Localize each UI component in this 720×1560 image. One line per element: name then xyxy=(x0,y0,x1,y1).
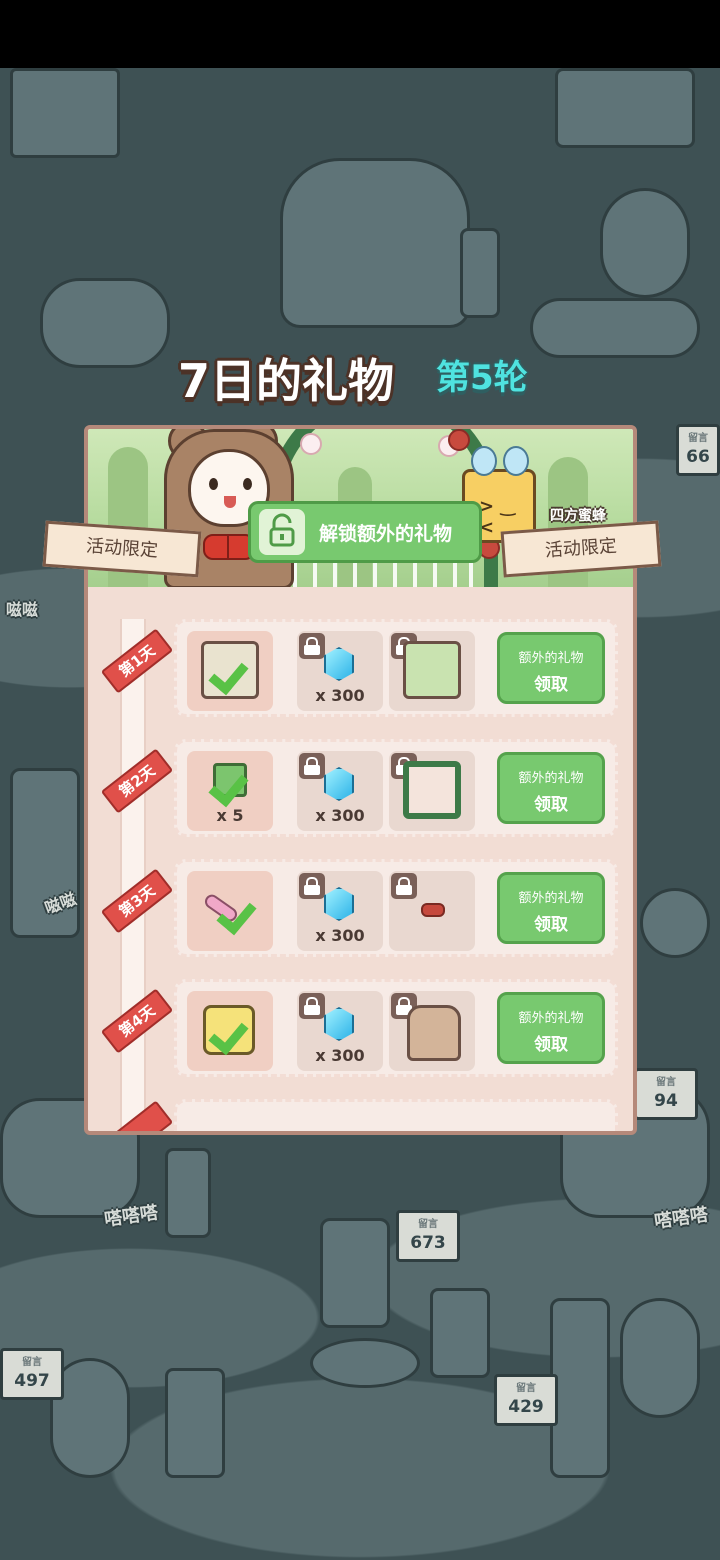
gem-icon xyxy=(324,647,354,681)
bear-mouth xyxy=(224,496,236,508)
round-label: 第5轮 xyxy=(436,358,528,398)
gem-reward-slot: x 300 xyxy=(297,631,383,711)
page-title: 7日的礼物 xyxy=(178,354,395,408)
lock-icon xyxy=(391,873,417,899)
bg-lantern-2 xyxy=(165,1148,211,1238)
claim-extra-gift-button[interactable]: 额外的礼物 领取 xyxy=(497,752,605,824)
claim-button-caption: 额外的礼物 xyxy=(518,651,584,666)
gem-icon xyxy=(324,767,354,801)
gem-quantity: x 300 xyxy=(315,686,365,705)
gem-reward-slot: x 300 xyxy=(297,991,383,1071)
gem-quantity: x 300 xyxy=(315,926,365,945)
bg-sign-497: 497 xyxy=(0,1348,64,1400)
base-reward-slot: x 5 xyxy=(187,751,273,831)
bg-panda xyxy=(620,1298,700,1418)
extra-reward-slot xyxy=(389,631,475,711)
extra-reward-slot xyxy=(389,991,475,1071)
bg-well xyxy=(310,1338,420,1388)
bg-sign-429: 429 xyxy=(494,1374,558,1426)
check-icon xyxy=(209,763,251,805)
check-icon xyxy=(217,891,259,933)
gem-icon xyxy=(324,887,354,921)
lock-icon xyxy=(299,753,325,779)
day-row xyxy=(174,1099,618,1131)
red-bow-icon xyxy=(421,903,445,917)
claim-button-label: 领取 xyxy=(534,1035,568,1055)
check-icon xyxy=(209,651,251,693)
bg-telescope xyxy=(530,298,700,358)
claim-extra-gift-button[interactable]: 额外的礼物 领取 xyxy=(497,992,605,1064)
bg-cactus xyxy=(320,1218,390,1328)
unlock-icon xyxy=(259,509,305,555)
gem-reward-slot: x 300 xyxy=(297,871,383,951)
bg-lantern-4 xyxy=(165,1368,225,1478)
claim-extra-gift-button[interactable]: 额外的礼物 领取 xyxy=(497,632,605,704)
claim-button-caption: 额外的礼物 xyxy=(518,891,584,906)
status-bar-area xyxy=(0,0,720,68)
day-reward-list[interactable]: x 300 额外的礼物 领取 x 5 x 300 额外的礼物 领取 x 300 … xyxy=(88,589,633,1131)
rose-decoration xyxy=(448,429,470,451)
bg-machine xyxy=(555,68,695,148)
bg-character-1 xyxy=(600,188,690,298)
forest-background-icon xyxy=(403,641,461,699)
gem-reward-slot: x 300 xyxy=(297,751,383,831)
base-reward-slot xyxy=(187,631,273,711)
claim-button-label: 领取 xyxy=(534,675,568,695)
day-row: x 5 x 300 额外的礼物 领取 xyxy=(174,739,618,837)
day-row: x 300 额外的礼物 领取 xyxy=(174,979,618,1077)
extra-reward-slot xyxy=(389,751,475,831)
lock-icon xyxy=(299,873,325,899)
timeline-rail xyxy=(120,619,146,1131)
bread-bag-icon xyxy=(407,1005,461,1061)
bg-sound-text: 嗞嗞 xyxy=(6,600,39,619)
bg-shop-stand xyxy=(10,68,120,158)
gem-quantity: x 300 xyxy=(315,806,365,825)
extra-reward-slot xyxy=(389,871,475,951)
claim-extra-gift-button[interactable]: 额外的礼物 领取 xyxy=(497,872,605,944)
base-quantity: x 5 xyxy=(216,806,244,825)
bg-lantern-1 xyxy=(460,228,500,318)
bee-name-label: 四方蜜蜂 xyxy=(550,508,606,524)
bear-eye xyxy=(209,478,218,490)
lock-icon xyxy=(299,993,325,1019)
claim-button-caption: 额外的礼物 xyxy=(518,1011,584,1026)
day-row: x 300 额外的礼物 领取 xyxy=(174,859,618,957)
bg-cat-house xyxy=(280,158,470,328)
gem-icon xyxy=(324,1007,354,1041)
gem-quantity: x 300 xyxy=(315,1046,365,1065)
bee-wing xyxy=(503,446,529,476)
rose-decoration xyxy=(300,433,322,455)
bg-sign-673: 673 xyxy=(396,1210,460,1262)
bg-hammock xyxy=(40,278,170,368)
base-reward-slot xyxy=(187,871,273,951)
unlock-extra-gifts-button[interactable]: 解锁额外的礼物 xyxy=(248,501,482,563)
unlock-button-label: 解锁额外的礼物 xyxy=(319,522,453,545)
bg-sign-66: 66 xyxy=(676,424,720,476)
check-icon xyxy=(209,1011,251,1053)
claim-button-caption: 额外的礼物 xyxy=(518,771,584,786)
bg-pot xyxy=(640,888,710,958)
claim-button-label: 领取 xyxy=(534,795,568,815)
rose-arch-frame-icon xyxy=(403,761,461,819)
bear-eye xyxy=(243,478,252,490)
bee-wing xyxy=(471,446,497,476)
day-row: x 300 额外的礼物 领取 xyxy=(174,619,618,717)
bg-lantern-3 xyxy=(430,1288,490,1378)
bg-pillar xyxy=(550,1298,610,1478)
bg-totem xyxy=(10,768,80,938)
lock-icon xyxy=(299,633,325,659)
claim-button-label: 领取 xyxy=(534,915,568,935)
bg-sign-94: 94 xyxy=(634,1068,698,1120)
base-reward-slot xyxy=(187,991,273,1071)
